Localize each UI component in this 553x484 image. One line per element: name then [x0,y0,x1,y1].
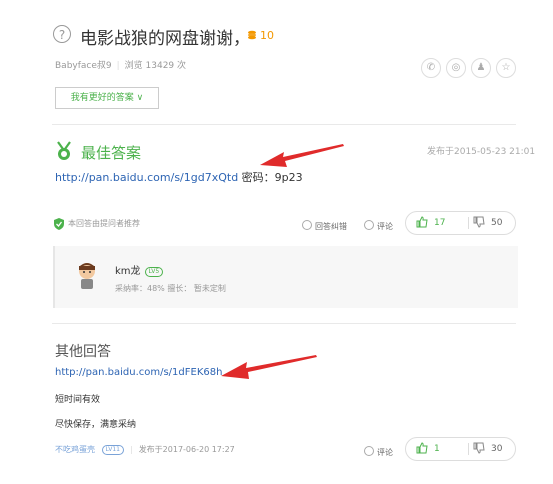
best-answer-link[interactable]: http://pan.baidu.com/s/1gd7xQtd [55,171,238,184]
best-answer-content: http://pan.baidu.com/s/1gd7xQtd 密码：9p23 [55,169,303,185]
other-answer-user[interactable]: 不吃鸡蛋壳 [55,445,95,454]
red-arrow [221,355,317,379]
thumb-down-icon [473,216,485,228]
divider [52,323,516,324]
other-answer-link[interactable]: http://pan.baidu.com/s/1dFEK68h [55,367,222,378]
level-badge: LV5 [144,267,164,277]
correct-icon [302,220,312,230]
vote-box: 17 50 [405,211,516,235]
thumb-up-icon [416,216,428,228]
comment-link[interactable]: 评论 [364,220,393,232]
view-count: 浏览 13429 次 [124,61,187,71]
asker-link[interactable]: Babyface叔9 [55,61,112,71]
upvote-button[interactable]: 17 [416,216,445,228]
answerer-name-text: km龙 [115,266,141,277]
thumb-up-icon [416,442,428,454]
reward-value: 10 [260,29,274,42]
star-icon[interactable]: ☆ [496,58,516,78]
best-answer-time: 发布于2015-05-23 21:01 [427,147,536,157]
answerer-card [53,246,518,308]
recommend-note: 本回答由提问者推荐 [68,219,140,228]
vote-box: 1 30 [405,437,516,461]
comment-icon [364,220,374,230]
wechat-icon[interactable]: ✆ [421,58,441,78]
best-answer-heading: 最佳答案 [81,144,142,162]
vote-divider [468,217,469,229]
shield-icon [54,218,64,230]
downvote-count: 50 [491,218,503,228]
qq-icon[interactable]: ♟ [471,58,491,78]
avatar[interactable] [76,261,98,291]
divider [52,124,516,125]
answerer-name[interactable]: km龙 LV5 [115,262,164,277]
other-answers-heading: 其他回答 [55,344,111,360]
coin-icon [248,30,256,40]
other-answer-time: 发布于2017-06-20 17:27 [138,445,235,454]
downvote-button[interactable]: 30 [473,442,502,454]
question-icon: ? [53,25,71,43]
upvote-count: 1 [434,444,440,454]
comment-label: 评论 [377,448,393,457]
comment-icon [364,446,374,456]
weibo-icon[interactable]: ◎ [446,58,466,78]
question-meta: Babyface叔9 | 浏览 13429 次 [55,61,187,71]
password-text: 密码：9p23 [238,171,303,184]
vote-divider [468,443,469,455]
other-answer-text: 短时间有效 [55,395,101,405]
correct-label: 回答纠错 [315,222,347,231]
level-badge: LV11 [101,445,124,455]
downvote-button[interactable]: 50 [473,216,502,228]
comment-link[interactable]: 评论 [364,446,393,458]
better-answer-button[interactable]: 我有更好的答案 ∨ [55,87,159,109]
answerer-stats: 采纳率：48% 擅长： 暂未定制 [115,284,226,293]
other-answer-text: 尽快保存，满意采纳 [55,420,137,430]
red-arrow [260,144,344,167]
thumb-down-icon [473,442,485,454]
upvote-count: 17 [434,218,446,228]
correct-answer-link[interactable]: 回答纠错 [302,220,347,232]
best-answer-medal-icon [57,141,71,160]
share-bar: ✆ ◎ ♟ ☆ [421,55,521,78]
question-title: 电影战狼的网盘谢谢， [80,29,250,49]
upvote-button[interactable]: 1 [416,442,440,454]
downvote-count: 30 [491,444,503,454]
other-answer-meta: 不吃鸡蛋壳 LV11 | 发布于2017-06-20 17:27 [55,445,235,455]
comment-label: 评论 [377,222,393,231]
